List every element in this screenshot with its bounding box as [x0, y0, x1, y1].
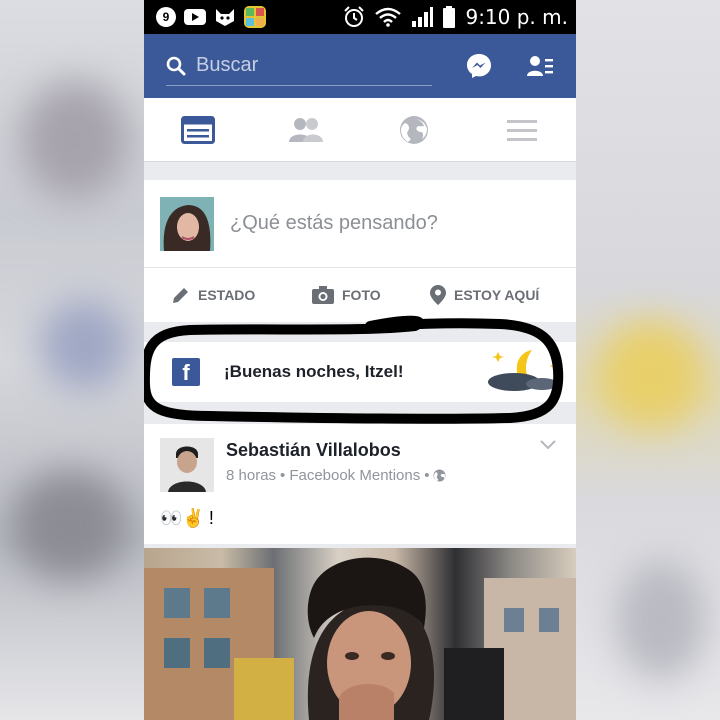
- tab-friends[interactable]: [276, 105, 336, 155]
- feed-post: Sebastián Villalobos 8 horas • Facebook …: [144, 424, 576, 544]
- game-app-icon: [244, 6, 266, 28]
- alarm-icon: [344, 6, 365, 27]
- post-photo-image: [144, 557, 576, 720]
- globe-icon: [400, 115, 428, 144]
- location-pin-icon: [430, 285, 446, 305]
- user-avatar[interactable]: [160, 196, 214, 251]
- post-author-avatar[interactable]: [160, 438, 214, 492]
- friend-requests-icon[interactable]: [526, 54, 554, 78]
- status-action-label: ESTADO: [198, 287, 256, 303]
- battery-icon: [443, 6, 456, 28]
- blurred-background-left: [0, 0, 144, 720]
- blurred-background-right: [576, 0, 720, 720]
- chevron-down-icon[interactable]: [540, 440, 556, 450]
- cat-app-icon: [214, 6, 236, 28]
- chat-app-icon: 9: [156, 7, 176, 27]
- meta-separator: •: [280, 467, 286, 484]
- signal-icon: [412, 7, 434, 27]
- post-meta: 8 horas • Facebook Mentions •: [226, 467, 446, 484]
- search-input[interactable]: [196, 54, 416, 77]
- checkin-action-label: ESTOY AQUÍ: [454, 287, 540, 303]
- post-emojis: 👀✌: [160, 508, 205, 528]
- messenger-icon[interactable]: [466, 53, 492, 79]
- post-author-name[interactable]: Sebastián Villalobos: [226, 440, 446, 461]
- status-action[interactable]: ESTADO: [172, 286, 308, 304]
- search-field[interactable]: [166, 46, 432, 86]
- camera-icon: [312, 286, 334, 304]
- meta-separator: •: [424, 467, 430, 484]
- youtube-icon: [184, 6, 206, 28]
- post-time[interactable]: 8 horas: [226, 467, 276, 484]
- news-feed-icon: [181, 115, 215, 144]
- post-text: 👀✌ !: [160, 508, 560, 529]
- pencil-icon: [173, 288, 188, 303]
- wifi-icon: [375, 7, 402, 27]
- post-source[interactable]: Facebook Mentions: [289, 467, 420, 484]
- hamburger-menu-icon: [507, 119, 537, 141]
- friends-icon: [289, 117, 323, 142]
- photo-action[interactable]: FOTO: [312, 286, 430, 304]
- top-bar: [144, 34, 576, 98]
- search-icon: [166, 56, 186, 75]
- post-photo[interactable]: [144, 548, 576, 720]
- tab-news-feed[interactable]: [168, 105, 228, 155]
- phone-screen: 9 9:10 p. m. Buscar ¿Qué estás pensando?…: [144, 0, 576, 720]
- composer-prompt[interactable]: ¿Qué estás pensando?: [230, 212, 438, 235]
- tab-menu[interactable]: [492, 105, 552, 155]
- photo-action-label: FOTO: [342, 287, 381, 303]
- tab-notifications[interactable]: [384, 105, 444, 155]
- checkin-action[interactable]: ESTOY AQUÍ: [430, 285, 539, 305]
- post-body-text: !: [208, 508, 214, 528]
- status-bar: 9 9:10 p. m.: [144, 0, 576, 34]
- moon-illustration-icon: [488, 350, 559, 391]
- nav-tabs: [144, 98, 576, 162]
- status-time: 9:10 p. m.: [465, 5, 568, 29]
- facebook-logo-icon: f: [172, 358, 200, 386]
- public-globe-icon: [433, 469, 446, 482]
- greeting-text: ¡Buenas noches, Itzel!: [224, 362, 404, 381]
- greeting-card[interactable]: f ¡Buenas noches, Itzel!: [144, 342, 576, 402]
- status-composer: ¿Qué estás pensando? ESTADO FOTO ESTOY A…: [144, 180, 576, 322]
